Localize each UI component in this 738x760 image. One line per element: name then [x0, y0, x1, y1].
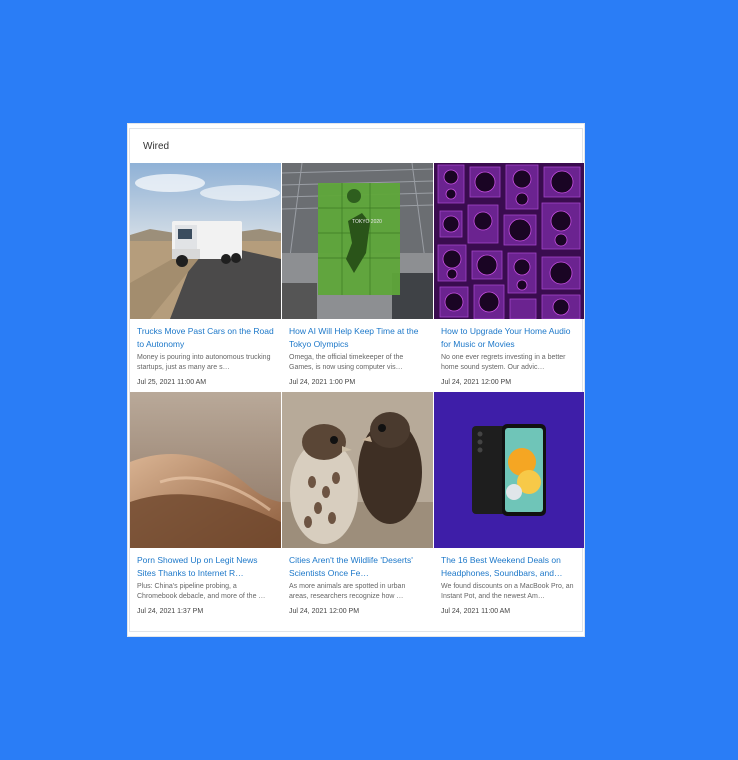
article-date: Jul 24, 2021 12:00 PM: [441, 379, 512, 386]
tokyo-2020-text: TOKYO 2020: [352, 219, 382, 225]
article-thumbnail[interactable]: [282, 392, 433, 548]
article-card[interactable]: How to Upgrade Your Home Audio for Music…: [434, 163, 584, 392]
article-date: Jul 24, 2021 11:00 AM: [441, 608, 511, 615]
article-thumbnail[interactable]: TOKYO 2020: [282, 163, 433, 319]
article-description: No one ever regrets investing in a bette…: [441, 354, 566, 371]
article-info: Porn Showed Up on Legit News Sites Thank…: [130, 548, 281, 621]
article-thumbnail[interactable]: [434, 163, 584, 319]
falcons-image: [282, 392, 433, 548]
article-info: The 16 Best Weekend Deals on Headphones,…: [434, 548, 584, 621]
article-card[interactable]: TOKYO 2020 How AI Will Help Keep Time at…: [282, 163, 433, 392]
article-card[interactable]: Porn Showed Up on Legit News Sites Thank…: [130, 392, 281, 621]
article-card[interactable]: Cities Aren't the Wildlife 'Deserts' Sci…: [282, 392, 433, 621]
feed-widget: Wired Trucks Move Past Cars on the Road …: [127, 123, 585, 637]
olympics-image: TOKYO 2020: [282, 163, 433, 319]
feed-header: Wired: [130, 129, 582, 163]
article-title-link[interactable]: Trucks Move Past Cars on the Road to Aut…: [137, 325, 274, 351]
article-card[interactable]: The 16 Best Weekend Deals on Headphones,…: [434, 392, 584, 621]
article-card[interactable]: Trucks Move Past Cars on the Road to Aut…: [130, 163, 281, 392]
article-grid: Trucks Move Past Cars on the Road to Aut…: [130, 163, 584, 621]
article-thumbnail[interactable]: [434, 392, 584, 548]
article-description: We found discounts on a MacBook Pro, an …: [441, 583, 574, 600]
article-info: How to Upgrade Your Home Audio for Music…: [434, 319, 584, 392]
truck-image: [130, 163, 281, 319]
article-title-link[interactable]: Porn Showed Up on Legit News Sites Thank…: [137, 554, 274, 580]
article-date: Jul 24, 2021 1:37 PM: [137, 608, 204, 615]
article-title-link[interactable]: Cities Aren't the Wildlife 'Deserts' Sci…: [289, 554, 426, 580]
article-description: Plus: China's pipeline probing, a Chrome…: [137, 583, 266, 600]
feed-title: Wired: [143, 140, 170, 152]
article-description: Omega, the official timekeeper of the Ga…: [289, 354, 404, 371]
article-thumbnail[interactable]: [130, 163, 281, 319]
article-date: Jul 24, 2021 12:00 PM: [289, 608, 360, 615]
article-title-link[interactable]: How AI Will Help Keep Time at the Tokyo …: [289, 325, 426, 351]
article-thumbnail[interactable]: [130, 392, 281, 548]
speakers-image: [434, 163, 584, 319]
article-date: Jul 24, 2021 1:00 PM: [289, 379, 356, 386]
article-title-link[interactable]: How to Upgrade Your Home Audio for Music…: [441, 325, 577, 351]
article-description: As more animals are spotted in urban are…: [289, 583, 406, 600]
article-date: Jul 25, 2021 11:00 AM: [137, 379, 207, 386]
article-info: Trucks Move Past Cars on the Road to Aut…: [130, 319, 281, 392]
article-info: Cities Aren't the Wildlife 'Deserts' Sci…: [282, 548, 433, 621]
smartphone-image: [434, 392, 584, 548]
abstract-image: [130, 392, 281, 548]
article-info: How AI Will Help Keep Time at the Tokyo …: [282, 319, 433, 392]
article-description: Money is pouring into autonomous truckin…: [137, 354, 271, 371]
feed-panel: Wired Trucks Move Past Cars on the Road …: [129, 128, 584, 632]
article-title-link[interactable]: The 16 Best Weekend Deals on Headphones,…: [441, 554, 577, 580]
